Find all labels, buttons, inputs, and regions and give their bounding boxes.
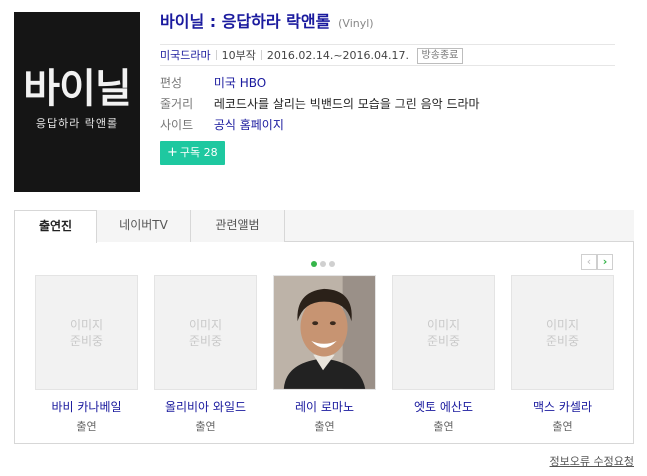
portrait-image (274, 276, 375, 389)
cast-role: 출연 (433, 420, 454, 433)
pager-arrows: ‹ › (581, 254, 613, 270)
tab-related-albums[interactable]: 관련앨범 (191, 210, 285, 242)
no-image-text: 이미지 준비중 (426, 317, 461, 348)
cast-name[interactable]: 바비 카나베일 (35, 398, 138, 415)
title-row: 바이닐 : 응답하라 락앤롤 (Vinyl) (160, 10, 615, 34)
no-image-text: 이미지 준비중 (188, 317, 223, 348)
status-badge: 방송종료 (416, 48, 464, 64)
poster-logo-subtitle: 응답하라 락앤롤 (35, 117, 119, 130)
divider (215, 50, 217, 60)
cast-name[interactable]: 레이 로마노 (273, 398, 376, 415)
page-indicator (311, 256, 338, 270)
page-dot-active[interactable] (311, 261, 317, 267)
cast-card[interactable]: 이미지 준비중 맥스 카셀라 출연 (511, 275, 614, 434)
detail-key: 사이트 (160, 118, 194, 132)
cast-card[interactable]: 이미지 준비중 바비 카나베일 출연 (35, 275, 138, 434)
cast-thumbnail-placeholder[interactable]: 이미지 준비중 (154, 275, 257, 390)
cast-name[interactable]: 올리비아 와일드 (154, 398, 257, 415)
cast-role: 출연 (195, 420, 216, 433)
page-dot[interactable] (329, 261, 335, 267)
detail-key: 편성 (160, 76, 183, 90)
cast-card[interactable]: 이미지 준비중 올리비아 와일드 출연 (154, 275, 257, 434)
tab-naver-tv[interactable]: 네이버TV (97, 210, 191, 242)
subscribe-count: 28 (203, 146, 218, 159)
subscribe-button[interactable]: + 구독 28 (160, 141, 225, 165)
subscribe-label: 구독 (179, 146, 201, 159)
detail-key: 줄거리 (160, 97, 194, 111)
broadcaster-link[interactable]: 미국 HBO (214, 76, 266, 90)
original-title: (Vinyl) (338, 17, 374, 30)
cast-thumbnail-placeholder[interactable]: 이미지 준비중 (392, 275, 495, 390)
detail-row-site: 사이트 공식 홈페이지 (160, 115, 615, 136)
divider (260, 50, 262, 60)
cast-card[interactable]: 이미지 준비중 엣토 에산도 출연 (392, 275, 495, 434)
cast-name[interactable]: 맥스 카셀라 (511, 398, 614, 415)
cast-name[interactable]: 엣토 에산도 (392, 398, 495, 415)
show-title[interactable]: 바이닐 : 응답하라 락앤롤 (160, 12, 330, 31)
tab-cast[interactable]: 출연진 (14, 210, 97, 243)
detail-row-synopsis: 줄거리 레코드사를 살리는 빅밴드의 모습을 그린 음악 드라마 (160, 94, 615, 115)
details-list: 편성 미국 HBO 줄거리 레코드사를 살리는 빅밴드의 모습을 그린 음악 드… (160, 73, 615, 136)
meta-row: 미국드라마 10부작 2016.02.14.~2016.04.17. 방송종료 (160, 44, 615, 66)
genre-link[interactable]: 미국드라마 (160, 49, 211, 62)
cast-list: 이미지 준비중 바비 카나베일 출연 이미지 준비중 올리비아 와일드 출연 레… (35, 275, 615, 435)
tab-bar: 출연진 네이버TV 관련앨범 (14, 210, 634, 243)
cast-role: 출연 (76, 420, 97, 433)
cast-role: 출연 (552, 420, 573, 433)
report-error-link[interactable]: 정보오류 수정요청 (550, 453, 634, 469)
cast-thumbnail-placeholder[interactable]: 이미지 준비중 (35, 275, 138, 390)
cast-photo[interactable] (273, 275, 376, 390)
official-site-link[interactable]: 공식 홈페이지 (214, 118, 284, 132)
poster-logo-text: 바이닐 (23, 66, 131, 112)
cast-card[interactable]: 레이 로마노 출연 (273, 275, 376, 434)
detail-row-broadcaster: 편성 미국 HBO (160, 73, 615, 94)
no-image-text: 이미지 준비중 (545, 317, 580, 348)
air-dates: 2016.02.14.~2016.04.17. (266, 49, 410, 62)
episode-count: 10부작 (221, 49, 256, 62)
synopsis-text: 레코드사를 살리는 빅밴드의 모습을 그린 음악 드라마 (213, 97, 480, 111)
cast-role: 출연 (314, 420, 335, 433)
cast-panel: 출연진 네이버TV 관련앨범 ‹ › 이미지 준비중 바비 카나베일 출연 이미지 준… (14, 210, 634, 444)
plus-icon: + (167, 145, 178, 160)
no-image-text: 이미지 준비중 (69, 317, 104, 348)
chevron-left-icon[interactable]: ‹ (581, 254, 597, 270)
cast-thumbnail-placeholder[interactable]: 이미지 준비중 (511, 275, 614, 390)
page-dot[interactable] (320, 261, 326, 267)
chevron-right-icon[interactable]: › (597, 254, 613, 270)
show-info: 바이닐 : 응답하라 락앤롤 (Vinyl) 미국드라마 10부작 2016.02.… (160, 10, 615, 165)
poster-image[interactable]: 바이닐 응답하라 락앤롤 (14, 12, 140, 192)
